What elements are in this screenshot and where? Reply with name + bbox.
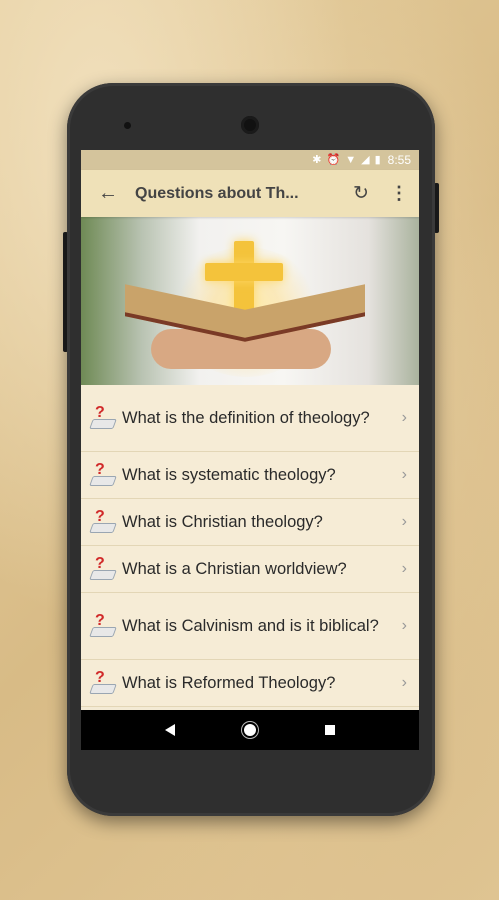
question-list: ? What is the definition of theology? › … (81, 385, 419, 707)
list-item-label: What is the definition of theology? (122, 409, 370, 427)
list-item-label: What is systematic theology? (122, 466, 336, 484)
system-nav-bar (81, 710, 419, 750)
status-bar: ✱ ⏰ ▼ ◢ ▮ 8:55 (81, 150, 419, 170)
list-item[interactable]: ? What is Calvinism and is it biblical? … (81, 593, 419, 660)
battery-icon: ▮ (374, 153, 381, 166)
cross-bar (205, 263, 283, 281)
front-camera (124, 122, 131, 129)
question-icon: ? (89, 613, 117, 639)
chevron-right-icon: › (401, 409, 407, 426)
status-time: 8:55 (387, 153, 411, 167)
signal-icon: ◢ (361, 153, 370, 166)
list-item-label: What is Christian theology? (122, 513, 323, 531)
list-item-label: What is Reformed Theology? (122, 674, 336, 692)
app-bar: ← Questions about Th... ↻ ⋮ (81, 170, 419, 217)
earpiece-speaker (241, 116, 259, 134)
chevron-right-icon: › (401, 513, 407, 530)
list-item[interactable]: ? What is systematic theology? › (81, 452, 419, 499)
wifi-icon: ▼ (345, 153, 357, 166)
list-item[interactable]: ? What is the definition of theology? › (81, 385, 419, 452)
question-icon: ? (89, 405, 117, 431)
question-icon: ? (89, 509, 117, 535)
question-icon: ? (89, 670, 117, 696)
hero-image (81, 217, 419, 385)
nav-home-icon[interactable] (243, 724, 256, 736)
chevron-right-icon: › (401, 617, 407, 634)
list-item[interactable]: ? What is Christian theology? › (81, 499, 419, 546)
chevron-right-icon: › (401, 466, 407, 483)
chevron-right-icon: › (401, 560, 407, 577)
chevron-right-icon: › (401, 674, 407, 691)
question-icon: ? (89, 556, 117, 582)
bluetooth-icon: ✱ (312, 153, 322, 166)
list-item[interactable]: ? What is Reformed Theology? › (81, 660, 419, 707)
list-item-label: What is a Christian worldview? (122, 560, 347, 578)
app-screen: ✱ ⏰ ▼ ◢ ▮ 8:55 ← Questions about Th... ↻… (81, 150, 419, 750)
list-item[interactable]: ? What is a Christian worldview? › (81, 546, 419, 593)
arrow-back-icon[interactable]: ← (81, 182, 135, 205)
question-icon: ? (89, 462, 117, 488)
nav-recents-icon[interactable] (324, 725, 335, 735)
refresh-icon[interactable]: ↻ (343, 182, 379, 205)
more-vert-icon[interactable]: ⋮ (379, 183, 419, 204)
page-title: Questions about Th... (135, 184, 299, 202)
list-item-label: What is Calvinism and is it biblical? (122, 617, 379, 635)
nav-back-icon[interactable] (165, 724, 176, 736)
alarm-icon: ⏰ (326, 153, 341, 166)
